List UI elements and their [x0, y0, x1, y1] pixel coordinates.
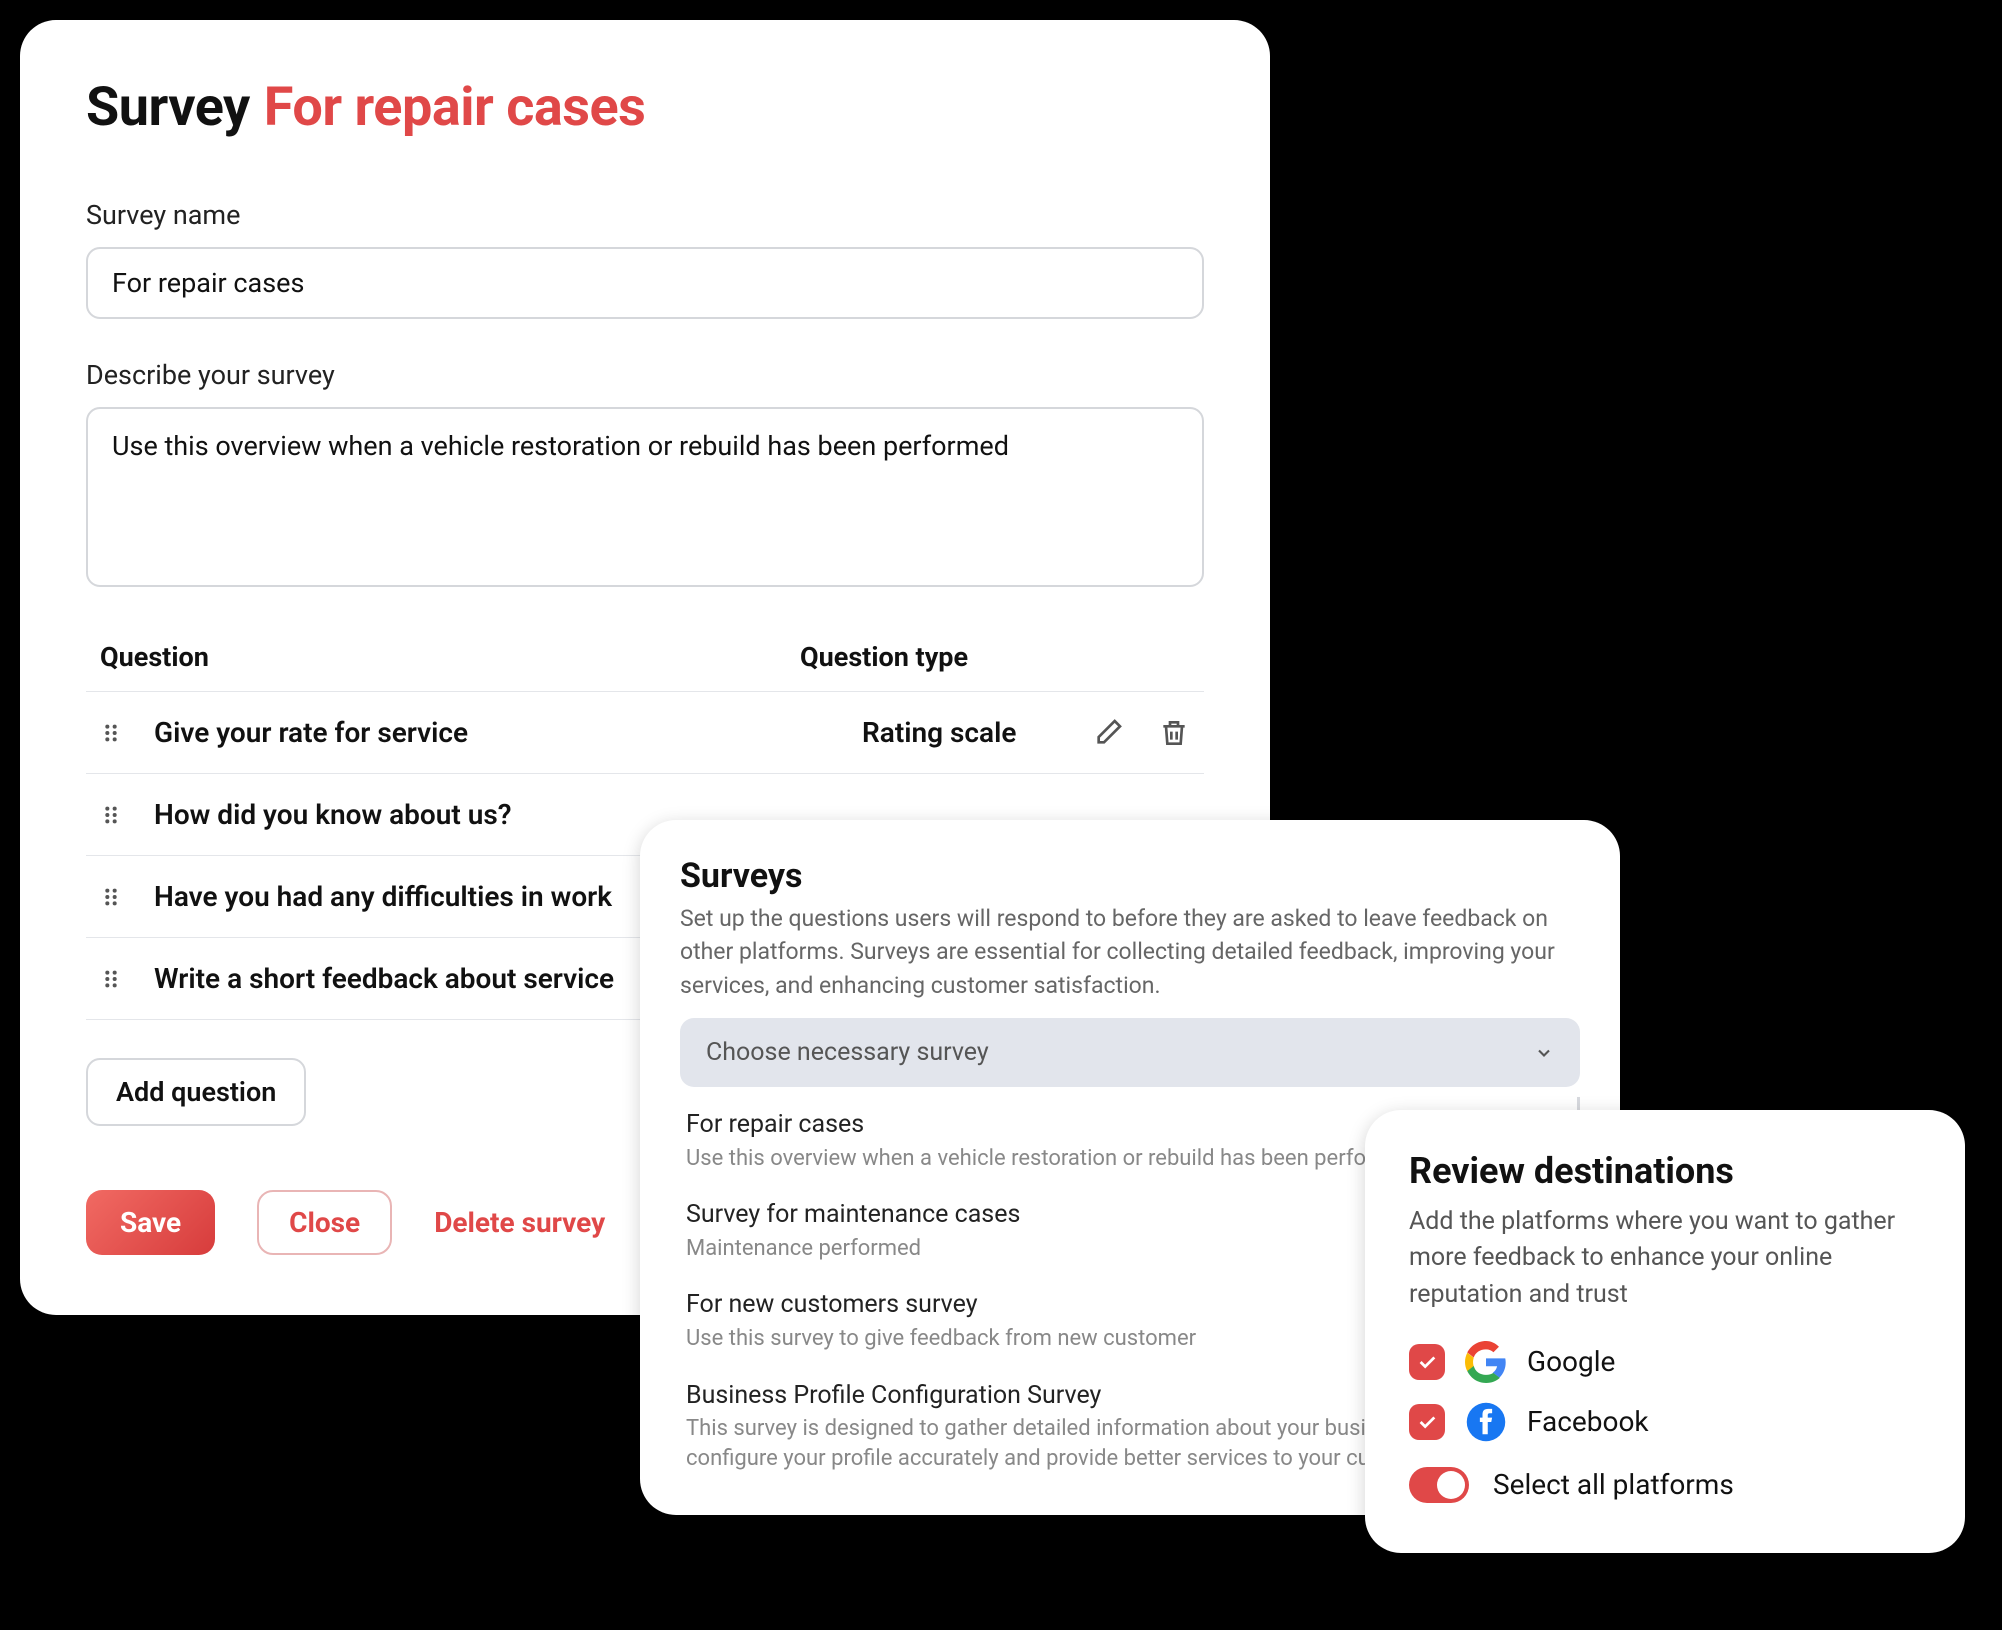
- survey-name-input[interactable]: [86, 247, 1204, 319]
- drag-handle-icon[interactable]: [100, 968, 122, 990]
- survey-name-field: Survey name: [86, 199, 1204, 319]
- review-destinations-card: Review destinations Add the platforms wh…: [1365, 1110, 1965, 1553]
- survey-select-placeholder: Choose necessary survey: [706, 1038, 989, 1067]
- google-icon: [1465, 1341, 1507, 1383]
- survey-describe-input[interactable]: Use this overview when a vehicle restora…: [86, 407, 1204, 587]
- select-all-label: Select all platforms: [1493, 1468, 1734, 1501]
- picker-description: Set up the questions users will respond …: [680, 902, 1580, 1002]
- facebook-icon: [1465, 1401, 1507, 1443]
- survey-describe-label: Describe your survey: [86, 359, 1204, 391]
- destinations-title: Review destinations: [1409, 1150, 1921, 1192]
- questions-header: Question Question type: [86, 631, 1204, 691]
- survey-select[interactable]: Choose necessary survey: [680, 1018, 1580, 1087]
- destination-checkbox[interactable]: [1409, 1344, 1445, 1380]
- chevron-down-icon: [1534, 1043, 1554, 1063]
- question-row: Give your rate for service Rating scale: [86, 691, 1204, 773]
- add-question-button[interactable]: Add question: [86, 1058, 306, 1126]
- picker-title: Surveys: [680, 856, 1580, 896]
- survey-describe-field: Describe your survey Use this overview w…: [86, 359, 1204, 591]
- questions-header-type: Question type: [800, 641, 1190, 673]
- close-button[interactable]: Close: [257, 1190, 392, 1255]
- drag-handle-icon[interactable]: [100, 722, 122, 744]
- edit-icon[interactable]: [1092, 717, 1124, 749]
- delete-icon[interactable]: [1158, 717, 1190, 749]
- survey-title-prefix: Survey: [86, 76, 250, 139]
- select-all-row: Select all platforms: [1409, 1467, 1921, 1503]
- destination-label: Google: [1527, 1345, 1615, 1378]
- destination-row: Google: [1409, 1341, 1921, 1383]
- save-button[interactable]: Save: [86, 1190, 215, 1255]
- questions-header-question: Question: [100, 641, 800, 673]
- delete-survey-button[interactable]: Delete survey: [434, 1206, 605, 1239]
- destination-checkbox[interactable]: [1409, 1404, 1445, 1440]
- question-text: Give your rate for service: [154, 716, 862, 749]
- question-type: Rating scale: [862, 716, 1092, 749]
- destination-label: Facebook: [1527, 1405, 1649, 1438]
- drag-handle-icon[interactable]: [100, 886, 122, 908]
- survey-name-label: Survey name: [86, 199, 1204, 231]
- destination-row: Facebook: [1409, 1401, 1921, 1443]
- survey-title-name: For repair cases: [264, 76, 646, 139]
- drag-handle-icon[interactable]: [100, 804, 122, 826]
- destinations-description: Add the platforms where you want to gath…: [1409, 1204, 1921, 1313]
- survey-title-row: Survey For repair cases: [86, 76, 1204, 139]
- select-all-toggle[interactable]: [1409, 1467, 1469, 1503]
